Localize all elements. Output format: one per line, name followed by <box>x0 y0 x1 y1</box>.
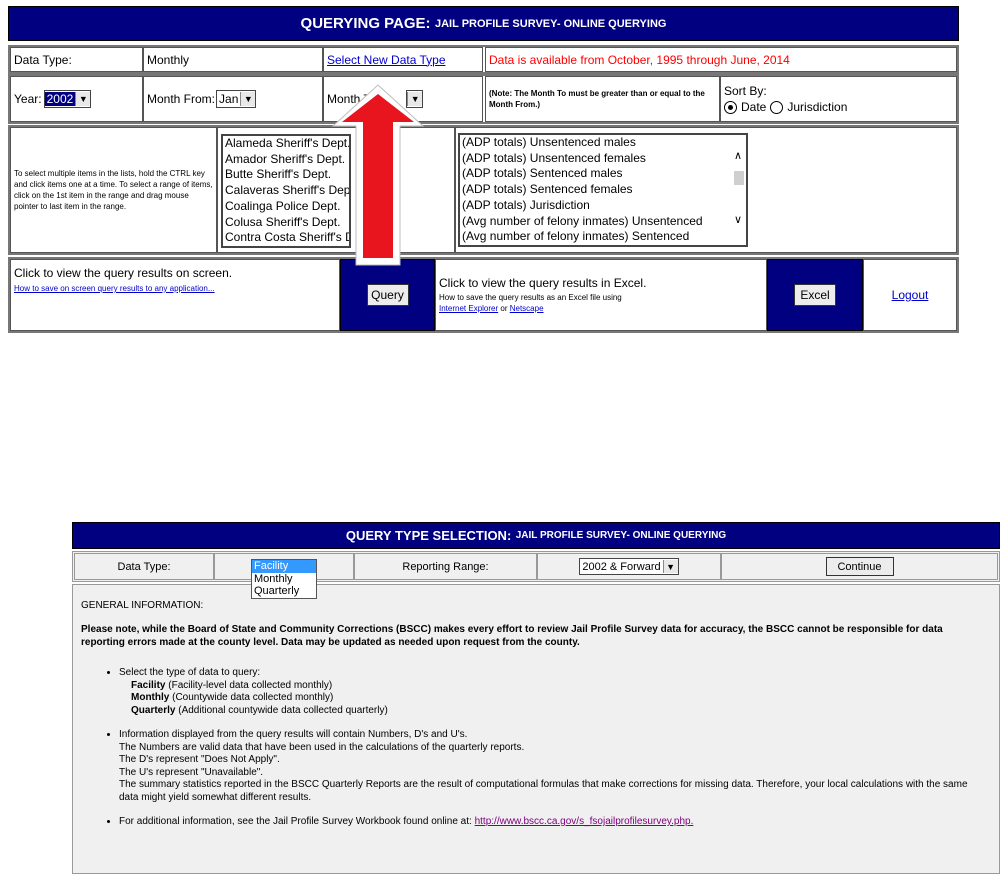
internet-explorer-link[interactable]: Internet Explorer <box>439 304 498 313</box>
sort-date-label: Date <box>741 100 767 114</box>
measure-list[interactable]: (ADP totals) Unsentenced males (ADP tota… <box>458 133 748 247</box>
excel-help-text: How to save the query results as an Exce… <box>439 293 622 302</box>
reporting-range-label: Reporting Range: <box>354 553 537 580</box>
bullet2-line: The summary statistics reported in the B… <box>119 779 968 803</box>
month-from-label: Month From: <box>147 92 216 106</box>
type-selection-banner: QUERY TYPE SELECTION: JAIL PROFILE SURVE… <box>72 522 1000 549</box>
bullet1-intro: Select the type of data to query: <box>119 667 261 678</box>
list-item[interactable]: (ADP totals) Sentenced females <box>460 182 730 198</box>
excel-results-cell: Click to view the query results in Excel… <box>435 259 767 331</box>
measure-list-scrollbar[interactable]: ∧ ∨ <box>732 135 746 245</box>
dropdown-option-monthly[interactable]: Monthly <box>252 573 316 586</box>
scroll-down-icon[interactable]: ∨ <box>734 213 742 226</box>
type-banner-title-bold: QUERY TYPE SELECTION: <box>345 528 512 543</box>
select-new-data-type-link[interactable]: Select New Data Type <box>327 53 446 67</box>
bullet2-line: The U's represent "Unavailable". <box>119 766 264 778</box>
availability-text: Data is available from October, 1995 thr… <box>485 47 957 72</box>
excel-button[interactable]: Excel <box>794 284 836 306</box>
list-item[interactable]: (ADP totals) Unsentenced females <box>460 151 730 167</box>
bullet2-line: Information displayed from the query res… <box>119 729 468 740</box>
list-item: For additional information, see the Jail… <box>119 816 989 829</box>
arrow-body <box>342 94 414 258</box>
continue-button[interactable]: Continue <box>825 557 894 576</box>
select-new-data-type-cell: Select New Data Type <box>323 47 483 72</box>
workbook-link[interactable]: http://www.bscc.ca.gov/s_fsojailprofiles… <box>475 816 694 827</box>
bullet3-text: For additional information, see the Jail… <box>119 816 472 827</box>
type-data-type-label: Data Type: <box>74 553 214 580</box>
bullet2-line: The Numbers are valid data that have bee… <box>119 741 525 753</box>
general-info-panel: GENERAL INFORMATION: Please note, while … <box>72 584 1000 874</box>
dropdown-option-facility[interactable]: Facility <box>252 560 316 573</box>
list-item[interactable]: (ADP totals) Sentenced males <box>460 166 730 182</box>
instructions-cell: To select multiple items in the lists, h… <box>10 127 217 253</box>
monthly-desc: (Countywide data collected monthly) <box>172 692 334 703</box>
excel-button-cell: Excel <box>767 259 863 331</box>
monthly-term: Monthly <box>131 692 170 703</box>
type-banner-title-rest: JAIL PROFILE SURVEY- ONLINE QUERYING <box>515 530 727 541</box>
excel-results-text: Click to view the query results in Excel… <box>439 276 647 290</box>
month-from-value: Jan <box>219 92 239 106</box>
chevron-down-icon: ▼ <box>75 92 91 106</box>
list-item[interactable]: (Avg number of felony inmates) Unsentenc… <box>460 214 730 230</box>
continue-cell: Continue <box>721 553 998 580</box>
data-type-label: Data Type: <box>10 47 143 72</box>
year-label: Year: <box>14 92 42 106</box>
year-cell: Year: 2002 ▼ <box>10 76 143 122</box>
chevron-down-icon: ▼ <box>240 92 256 106</box>
screen-help-link[interactable]: How to save on screen query results to a… <box>14 283 215 294</box>
data-type-dropdown[interactable]: Facility Monthly Quarterly <box>251 559 317 599</box>
bullet2-line: The D's represent "Does Not Apply". <box>119 754 280 765</box>
instructions-text: To select multiple items in the lists, h… <box>14 169 213 211</box>
logout-cell: Logout <box>863 259 957 331</box>
reporting-range-select[interactable]: 2002 & Forward ▼ <box>579 558 679 575</box>
logout-link[interactable]: Logout <box>892 288 929 302</box>
year-select[interactable]: 2002 ▼ <box>43 90 92 108</box>
data-type-value: Monthly <box>143 47 323 72</box>
scroll-up-icon[interactable]: ∧ <box>734 149 742 162</box>
screen-results-text: Click to view the query results on scree… <box>14 266 233 280</box>
general-info-heading: GENERAL INFORMATION: <box>81 600 204 611</box>
query-button-cell: Query <box>340 259 435 331</box>
query-page-banner: QUERYING PAGE: JAIL PROFILE SURVEY- ONLI… <box>8 6 959 41</box>
sort-jurisdiction-label: Jurisdiction <box>787 100 848 114</box>
month-note-text: (Note: The Month To must be greater than… <box>489 89 705 109</box>
chevron-down-icon: ▼ <box>662 560 678 573</box>
scroll-thumb[interactable] <box>734 171 744 185</box>
list-item[interactable]: (ADP totals) Unsentenced males <box>460 135 730 151</box>
sort-jurisdiction-radio[interactable] <box>770 100 784 114</box>
quarterly-term: Quarterly <box>131 704 176 716</box>
month-from-cell: Month From: Jan ▼ <box>143 76 323 122</box>
query-button[interactable]: Query <box>366 284 409 306</box>
red-arrow-annotation <box>331 84 425 266</box>
screen-results-cell: Click to view the query results on scree… <box>10 259 340 331</box>
list-item[interactable]: (ADP totals) Jurisdiction <box>460 198 730 214</box>
quarterly-desc: (Additional countywide data collected qu… <box>178 704 388 716</box>
facility-desc: (Facility-level data collected monthly) <box>168 679 333 691</box>
dropdown-option-quarterly[interactable]: Quarterly <box>252 585 316 598</box>
year-value: 2002 <box>44 92 76 106</box>
list-item: Information displayed from the query res… <box>119 729 989 804</box>
reporting-range-cell: 2002 & Forward ▼ <box>537 553 721 580</box>
reporting-range-value: 2002 & Forward <box>582 560 661 573</box>
list-item: Select the type of data to query: Facili… <box>119 667 989 717</box>
month-note: (Note: The Month To must be greater than… <box>485 76 720 122</box>
banner-title-rest: JAIL PROFILE SURVEY- ONLINE QUERYING <box>435 17 667 30</box>
sort-by-label: Sort By: <box>724 84 767 98</box>
or-text: or <box>500 304 508 313</box>
sort-date-radio[interactable] <box>724 100 737 114</box>
disclaimer-text: Please note, while the Board of State an… <box>81 624 943 648</box>
month-from-select[interactable]: Jan ▼ <box>216 90 257 108</box>
facility-term: Facility <box>131 679 166 691</box>
banner-title-bold: QUERYING PAGE: <box>300 15 431 32</box>
list-item[interactable]: (Avg number of felony inmates) Sentenced <box>460 229 730 245</box>
netscape-link[interactable]: Netscape <box>510 304 544 313</box>
sort-by-cell: Sort By: Date Jurisdiction <box>720 76 957 122</box>
